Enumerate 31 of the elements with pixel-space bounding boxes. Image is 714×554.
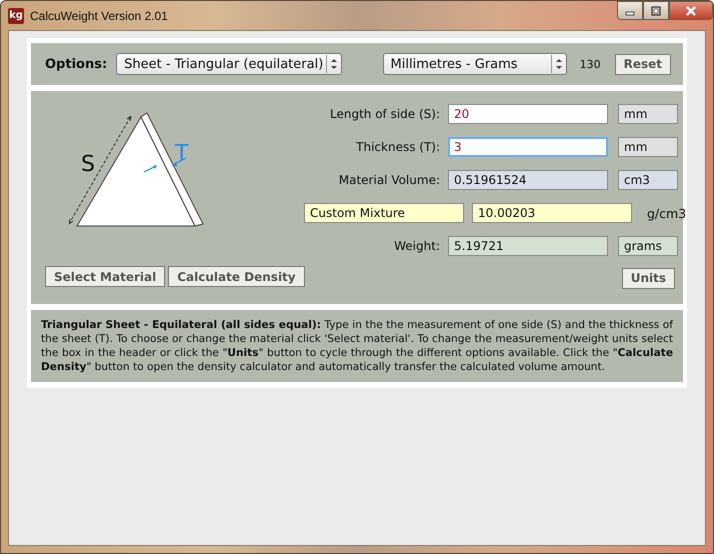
- close-icon: [685, 6, 697, 16]
- unit-field[interactable]: mm: [618, 104, 678, 124]
- units-dropdown[interactable]: Millimetres - Grams: [382, 53, 567, 75]
- maximize-button[interactable]: [643, 1, 669, 20]
- options-label: Options:: [45, 56, 108, 72]
- reset-button[interactable]: Reset: [614, 54, 671, 74]
- field-label: Weight:: [393, 239, 441, 253]
- value-field[interactable]: 3: [448, 137, 608, 157]
- value-field[interactable]: 10.00203: [472, 203, 632, 223]
- field-label: Length of side (S):: [328, 107, 441, 121]
- unit-field[interactable]: mm: [618, 137, 678, 157]
- maximize-icon: [651, 6, 661, 16]
- action-button[interactable]: Select Material: [45, 266, 166, 287]
- unit-field[interactable]: cm3: [618, 170, 678, 190]
- action-button[interactable]: Calculate Density: [168, 266, 305, 287]
- field-label: Thickness (T):: [355, 140, 441, 154]
- help-text: Triangular Sheet - Equilateral (all sides equal): Type in the the measurement of one side (S) and the thickness of the sheet (T). To choose or change the material click 'Select material'. To change the measurement/weight units select the box in the header or click the "Units" button to cycle through the different options available. Click the "Calculate Density" button to open the density calculator and automatically transfer the calculated volume amount.: [41, 318, 673, 374]
- unit-field[interactable]: grams: [618, 236, 678, 256]
- value-field[interactable]: 0.51961524: [448, 170, 608, 190]
- window-title: CalcuWeight Version 2.01: [30, 8, 168, 22]
- close-button[interactable]: [669, 1, 713, 20]
- field-label: Material Volume:: [338, 173, 441, 187]
- minimize-button[interactable]: [617, 1, 643, 20]
- value-field[interactable]: 20: [448, 104, 608, 124]
- material-name-field[interactable]: Custom Mixture: [304, 203, 464, 223]
- units-button[interactable]: Units: [622, 268, 675, 288]
- code-label: 130: [580, 58, 601, 70]
- app-icon: kg: [8, 8, 24, 24]
- shape-dropdown[interactable]: Sheet - Triangular (equilateral): [116, 53, 342, 75]
- unit-label: g/cm3: [646, 206, 688, 220]
- value-field[interactable]: 5.19721: [448, 236, 608, 256]
